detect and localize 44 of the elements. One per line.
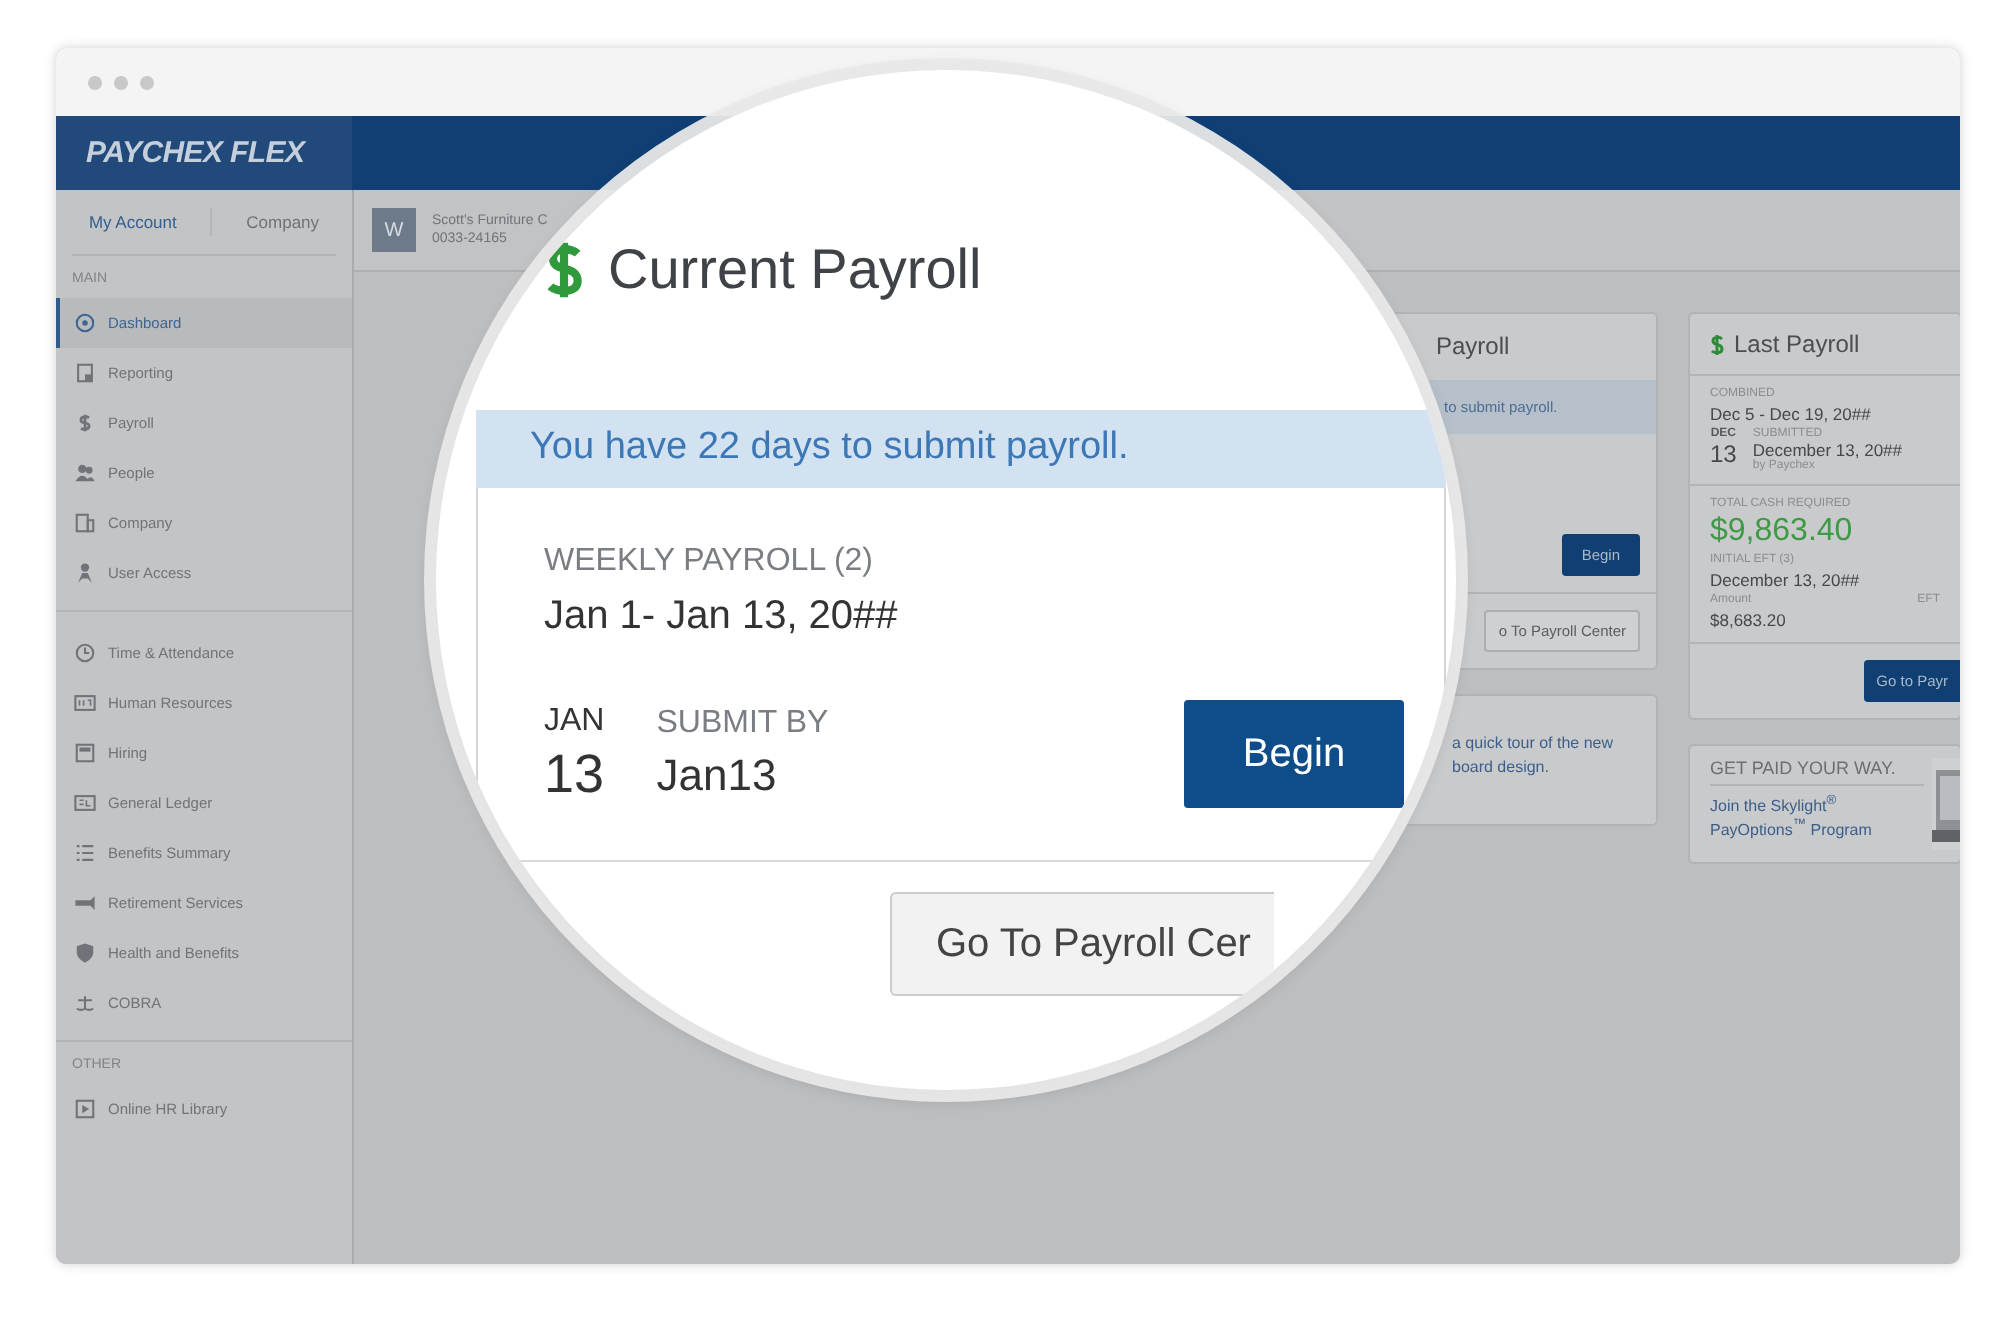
notice-banner: You have 22 days to submit payroll. [476,410,1446,488]
play-icon [74,1098,96,1120]
clock-icon [74,642,96,664]
logo: PAYCHEX FLEX [56,116,352,190]
field-value: December 13, 20## [1710,570,1862,590]
card-title: Current Payroll [608,238,982,302]
sidebar-tab[interactable]: My Account [88,212,177,232]
megaphone-icon [74,892,96,914]
date-day: 13 [1710,440,1737,468]
ledger-icon [74,792,96,814]
submit-date: Jan13 [656,750,779,802]
field-value: $8,683.20 [1710,610,1788,630]
window-dot [140,75,154,89]
list-icon [74,842,96,864]
window-dot [88,75,102,89]
begin-button[interactable]: Begin [1184,700,1404,808]
promo-link[interactable]: Join the Skylight$^{®}$ PayOptions$^{™}$ Program [1710,794,1924,843]
total-amount: $9,863.40 [1710,514,1855,550]
tour-link[interactable]: a quick tour of the new board design. [1452,732,1636,780]
field-value: Dec 5 - Dec 19, 20## [1710,404,1873,424]
dollar-icon [544,240,584,300]
report-icon [74,362,96,384]
sidebar-tab[interactable]: Company [246,212,320,232]
person-icon [74,562,96,584]
shield-icon [74,942,96,964]
dollar-icon [1710,333,1724,355]
card-title: Last Payroll [1734,330,1860,358]
people-icon [74,462,96,484]
payroll-period: Jan 1- Jan 13, 20## [544,594,900,640]
field-label: SUBMIT BY [656,706,831,742]
card-title: Payroll [1436,332,1510,360]
field-value: December 13, 20## [1752,440,1903,460]
calendar-icon [74,742,96,764]
date-month: JAN [544,703,605,739]
dollar-icon [74,412,96,434]
date-day: 13 [544,743,605,805]
promo-title: GET PAID YOUR WAY. [1710,758,1924,786]
payroll-name: WEEKLY PAYROLL (2) [544,544,875,580]
window-dot [114,75,128,89]
company-avatar: W [372,208,416,252]
target-icon [74,312,96,334]
payroll-center-button[interactable]: Go To Payroll Cer [890,892,1274,996]
id-card-icon [74,692,96,714]
building-icon [74,512,96,534]
